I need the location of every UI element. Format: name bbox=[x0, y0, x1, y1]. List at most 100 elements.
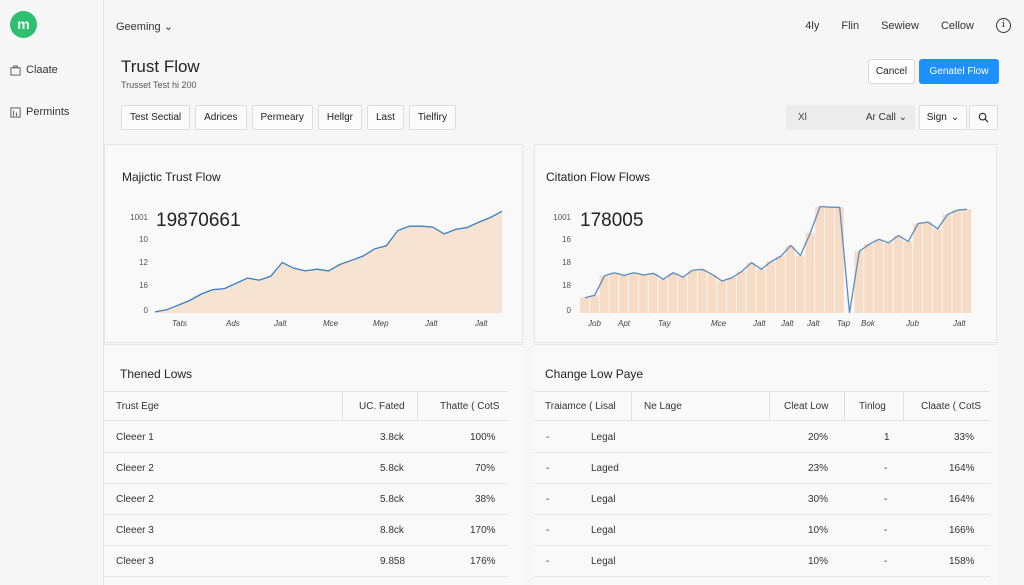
tab-permeary[interactable]: Permeary bbox=[251, 105, 313, 130]
cell: 1 bbox=[884, 432, 890, 443]
table-row[interactable]: - Legal 10% - 166% bbox=[534, 515, 990, 546]
x-tick: Jalt bbox=[274, 319, 287, 328]
bar bbox=[785, 245, 795, 313]
table-row[interactable]: Cleeer 2 5.8ck 70% bbox=[104, 453, 508, 484]
table-row[interactable]: Cleeer 3 8.8ck 170% bbox=[104, 515, 508, 546]
column-header[interactable]: Cleat Low bbox=[784, 401, 828, 412]
cell: 8.8ck bbox=[380, 525, 404, 536]
bar bbox=[746, 262, 756, 313]
cell: Cleeer 3 bbox=[116, 556, 154, 567]
bar bbox=[687, 270, 697, 313]
bar bbox=[805, 232, 815, 313]
column-header[interactable]: Tinlog bbox=[859, 401, 886, 412]
tab-adrices[interactable]: Adrices bbox=[195, 105, 247, 130]
chevron-down-icon: ⌄ bbox=[950, 112, 960, 123]
table-row[interactable]: - Laged 23% - 164% bbox=[534, 453, 990, 484]
trust-flow-chart-card: Majictic Trust Flow 19870661 1001 10 12 … bbox=[104, 144, 523, 343]
column-header[interactable]: UC. Fated bbox=[359, 401, 405, 412]
bar bbox=[707, 274, 717, 313]
cancel-button[interactable]: Cancel bbox=[868, 59, 915, 84]
cell: 70% bbox=[475, 463, 496, 474]
generate-flow-button[interactable]: Genatel Flow bbox=[919, 59, 999, 84]
search-button[interactable] bbox=[969, 105, 998, 130]
chart-title: Citation Flow Flows bbox=[546, 170, 651, 184]
y-tick: 16 bbox=[139, 281, 148, 290]
cell: Cleeer 1 bbox=[116, 432, 154, 443]
filter-select[interactable]: Xl Ar Call ⌄ bbox=[786, 105, 915, 130]
cell: - bbox=[546, 525, 550, 536]
bar bbox=[678, 277, 687, 313]
nav-item-flin[interactable]: Flin bbox=[841, 20, 859, 32]
y-tick: 16 bbox=[562, 235, 571, 244]
column-header[interactable]: Trust Ege bbox=[116, 401, 159, 412]
bar bbox=[599, 275, 609, 313]
cell: Laged bbox=[591, 463, 619, 474]
bar bbox=[638, 275, 648, 313]
chart-icon bbox=[10, 106, 21, 118]
top-nav: 4ly Flin Sewiew Cellow i bbox=[805, 18, 1024, 33]
cell: Legal bbox=[591, 494, 616, 505]
bar bbox=[952, 210, 962, 313]
bar bbox=[756, 269, 766, 313]
sidebar: m Claate Permints bbox=[0, 0, 104, 585]
bar bbox=[717, 281, 727, 313]
table-row[interactable]: - Legal 30% - 164% bbox=[534, 484, 990, 515]
bar bbox=[932, 228, 942, 313]
bar bbox=[609, 272, 619, 313]
workspace-dropdown[interactable]: Geeming ⌄ bbox=[116, 20, 173, 33]
chevron-down-icon: ⌄ bbox=[163, 21, 173, 33]
cell: 3.8ck bbox=[380, 432, 404, 443]
column-header[interactable]: Claate ( CotS bbox=[921, 401, 981, 412]
nav-item-sewiew[interactable]: Sewiew bbox=[881, 20, 919, 32]
bar bbox=[668, 272, 678, 313]
x-tick: Jalt bbox=[753, 319, 766, 328]
tab-last[interactable]: Last bbox=[366, 105, 404, 130]
x-tick: Apt bbox=[618, 319, 631, 328]
table-row[interactable]: Cleeer 3 9.858 176% bbox=[104, 546, 508, 577]
sign-dropdown[interactable]: Sign ⌄ bbox=[919, 105, 967, 130]
thened-lows-table: Thened Lows Trust Ege UC. Fated Thatte (… bbox=[104, 344, 523, 585]
table-row[interactable]: Cleeer 1 3.8ck 100% bbox=[104, 422, 508, 453]
cell: 170% bbox=[470, 525, 496, 536]
tab-test-sectial[interactable]: Test Sectial bbox=[121, 105, 191, 130]
bar bbox=[736, 271, 746, 313]
x-tick: Jalt bbox=[781, 319, 794, 328]
top-bar: Geeming ⌄ 4ly Flin Sewiew Cellow i bbox=[104, 0, 1024, 52]
bar bbox=[658, 279, 668, 313]
x-tick: Mep bbox=[373, 319, 389, 328]
table-header: Trust Ege UC. Fated Thatte ( CotS bbox=[104, 391, 508, 421]
column-header[interactable]: Ne Lage bbox=[644, 401, 682, 412]
x-tick: Bok bbox=[861, 319, 875, 328]
sidebar-item-claate[interactable]: Claate bbox=[10, 64, 58, 76]
bar bbox=[697, 269, 707, 313]
column-divider bbox=[631, 392, 632, 421]
table-title: Change Low Paye bbox=[545, 367, 644, 381]
x-tick: Tap bbox=[837, 319, 851, 328]
nav-item-cellow[interactable]: Cellow bbox=[941, 20, 974, 32]
cell: 164% bbox=[949, 463, 975, 474]
bar bbox=[727, 277, 736, 313]
table-row[interactable]: Cleeer 2 5.8ck 38% bbox=[104, 484, 508, 515]
cell: 23% bbox=[808, 463, 829, 474]
y-tick: 18 bbox=[562, 258, 571, 267]
table-row[interactable]: - Legal 20% 1 33% bbox=[534, 422, 990, 453]
filter-value-label: Ar Call bbox=[865, 112, 896, 123]
sign-label: Sign bbox=[926, 112, 947, 123]
table-row[interactable]: - Legal 10% - 158% bbox=[534, 546, 990, 577]
nav-item-4ly[interactable]: 4ly bbox=[805, 20, 819, 32]
x-tick: Jub bbox=[906, 319, 919, 328]
info-icon[interactable]: i bbox=[996, 18, 1011, 33]
cell: 10% bbox=[808, 525, 829, 536]
tab-tielfiry[interactable]: Tielfiry bbox=[408, 105, 456, 130]
column-header[interactable]: Traiamce ( Lisal bbox=[545, 401, 616, 412]
cell: 5.8ck bbox=[380, 494, 404, 505]
column-header[interactable]: Thatte ( CotS bbox=[440, 401, 499, 412]
x-tick: Mce bbox=[711, 319, 727, 328]
tab-hellgr[interactable]: Hellgr bbox=[317, 105, 362, 130]
sidebar-item-permints[interactable]: Permints bbox=[10, 106, 69, 118]
app-logo[interactable]: m bbox=[10, 11, 37, 38]
cell: 158% bbox=[949, 556, 975, 567]
x-tick: Mce bbox=[323, 319, 339, 328]
column-divider bbox=[417, 392, 418, 421]
x-tick: Jalt bbox=[807, 319, 820, 328]
